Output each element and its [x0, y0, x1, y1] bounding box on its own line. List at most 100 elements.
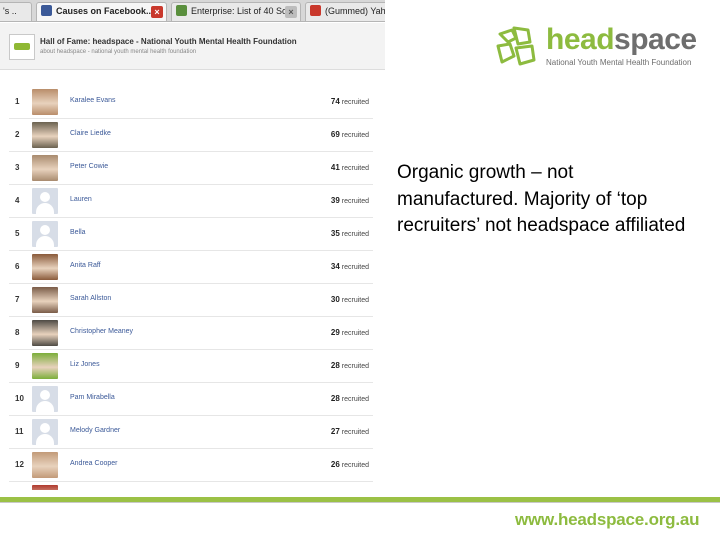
recruited-label: recruited — [341, 165, 369, 172]
recruiter-name-link[interactable]: Lauren — [70, 196, 92, 203]
browser-tab[interactable]: 's .. — [0, 2, 32, 21]
brand-tagline: National Youth Mental Health Foundation — [546, 58, 692, 67]
recruiter-name-link[interactable]: Christopher Meaney — [70, 328, 133, 335]
rank-number: 7 — [15, 295, 20, 304]
recruiter-row: 1 Karalee Evans 74 recruited — [9, 86, 373, 119]
recruiter-row: 12 Andrea Cooper 26 recruited — [9, 449, 373, 482]
avatar[interactable] — [32, 452, 58, 478]
recruited-number: 28 — [330, 361, 340, 370]
recruiter-name-link[interactable]: Pam Mirabella — [70, 394, 115, 401]
recruited-count: 39 recruited — [331, 196, 369, 205]
headspace-logo-icon — [496, 26, 536, 66]
recruiter-name-link[interactable]: Claire Liedke — [70, 130, 111, 137]
page-title: Hall of Fame: headspace - National Youth… — [40, 37, 297, 46]
close-tab-icon[interactable]: × — [151, 6, 163, 18]
rank-number: 2 — [15, 130, 20, 139]
recruiter-name-link[interactable]: Peter Cowie — [70, 163, 108, 170]
recruiter-row: 5 Bella 35 recruited — [9, 218, 373, 251]
recruited-count: 26 recruited — [331, 460, 369, 469]
avatar[interactable] — [32, 122, 58, 148]
rank-number: 9 — [15, 361, 20, 370]
avatar[interactable] — [32, 353, 58, 379]
rank-number: 1 — [15, 97, 20, 106]
recruited-count: 30 recruited — [331, 295, 369, 304]
avatar[interactable] — [32, 320, 58, 346]
recruiter-row: 10 Pam Mirabella 28 recruited — [9, 383, 373, 416]
rank-number: 5 — [15, 229, 20, 238]
footer-divider — [0, 502, 720, 503]
recruited-label: recruited — [341, 396, 369, 403]
recruiter-name-link[interactable]: Anita Raff — [70, 262, 101, 269]
recruiter-name-link[interactable]: Liz Jones — [70, 361, 100, 368]
recruiter-row — [9, 482, 373, 490]
recruited-number: 74 — [330, 97, 340, 106]
cause-logo-icon[interactable] — [9, 34, 35, 60]
rank-number: 4 — [15, 196, 20, 205]
recruited-count: 41 recruited — [331, 163, 369, 172]
recruiter-row: 9 Liz Jones 28 recruited — [9, 350, 373, 383]
recruiter-row: 3 Peter Cowie 41 recruited — [9, 152, 373, 185]
browser-tab-enterprise[interactable]: Enterprise: List of 40 So... × — [171, 2, 301, 21]
recruiter-row: 8 Christopher Meaney 29 recruited — [9, 317, 373, 350]
avatar[interactable] — [32, 419, 58, 445]
footer-url[interactable]: www.headspace.org.au — [515, 510, 700, 530]
avatar[interactable] — [32, 155, 58, 181]
recruiter-name-link[interactable]: Bella — [70, 229, 86, 236]
facebook-favicon-icon — [41, 5, 52, 16]
avatar[interactable] — [32, 485, 58, 490]
rank-number: 6 — [15, 262, 20, 271]
recruited-number: 39 — [330, 196, 340, 205]
brand-word-head: head — [546, 23, 615, 56]
recruited-label: recruited — [341, 330, 369, 337]
recruited-number: 41 — [330, 163, 340, 172]
recruited-count: 28 recruited — [331, 361, 369, 370]
recruited-count: 29 recruited — [331, 328, 369, 337]
recruiter-name-link[interactable]: Andrea Cooper — [70, 460, 117, 467]
slide: 's .. Causes on Facebook... × Enterprise… — [0, 0, 720, 540]
recruited-count: 69 recruited — [331, 130, 369, 139]
avatar[interactable] — [32, 89, 58, 115]
recruiter-name-link[interactable]: Karalee Evans — [70, 97, 116, 104]
recruiter-name-link[interactable]: Sarah Allston — [70, 295, 111, 302]
recruited-number: 27 — [330, 427, 340, 436]
avatar[interactable] — [32, 386, 58, 412]
tab-label: (Gummed) Yah — [325, 6, 385, 16]
browser-tab-yahoo[interactable]: (Gummed) Yah — [305, 2, 385, 21]
avatar[interactable] — [32, 287, 58, 313]
tab-label: Causes on Facebook... — [56, 6, 154, 16]
browser-tab-strip: 's .. Causes on Facebook... × Enterprise… — [0, 0, 385, 22]
avatar[interactable] — [32, 221, 58, 247]
callout-text: Organic growth – not manufactured. Major… — [397, 162, 686, 236]
recruited-label: recruited — [341, 231, 369, 238]
avatar[interactable] — [32, 254, 58, 280]
recruited-label: recruited — [341, 264, 369, 271]
recruited-count: 35 recruited — [331, 229, 369, 238]
recruited-label: recruited — [341, 462, 369, 469]
recruited-number: 26 — [330, 460, 340, 469]
recruited-count: 28 recruited — [331, 394, 369, 403]
avatar[interactable] — [32, 188, 58, 214]
recruited-count: 34 recruited — [331, 262, 369, 271]
rank-number: 11 — [15, 427, 24, 436]
recruited-count: 74 recruited — [331, 97, 369, 106]
recruited-label: recruited — [341, 297, 369, 304]
recruited-label: recruited — [341, 132, 369, 139]
browser-tab-causes[interactable]: Causes on Facebook... × — [36, 2, 167, 21]
recruited-label: recruited — [341, 429, 369, 436]
recruited-label: recruited — [341, 99, 369, 106]
tab-label: Enterprise: List of 40 So... — [191, 6, 295, 16]
headspace-logo: headspace National Youth Mental Health F… — [494, 24, 704, 72]
recruiter-row: 6 Anita Raff 34 recruited — [9, 251, 373, 284]
page-subtitle: about headspace - national youth mental … — [40, 49, 197, 55]
recruited-label: recruited — [341, 363, 369, 370]
recruited-number: 35 — [330, 229, 340, 238]
page-header: Hall of Fame: headspace - National Youth… — [0, 23, 385, 70]
recruiter-name-link[interactable]: Melody Gardner — [70, 427, 120, 434]
recruited-number: 30 — [330, 295, 340, 304]
page-favicon-icon — [176, 5, 187, 16]
rank-number: 12 — [15, 460, 24, 469]
tab-label: 's .. — [3, 6, 17, 16]
yahoo-favicon-icon — [310, 5, 321, 16]
recruited-number: 34 — [330, 262, 340, 271]
close-tab-icon[interactable]: × — [285, 6, 297, 18]
